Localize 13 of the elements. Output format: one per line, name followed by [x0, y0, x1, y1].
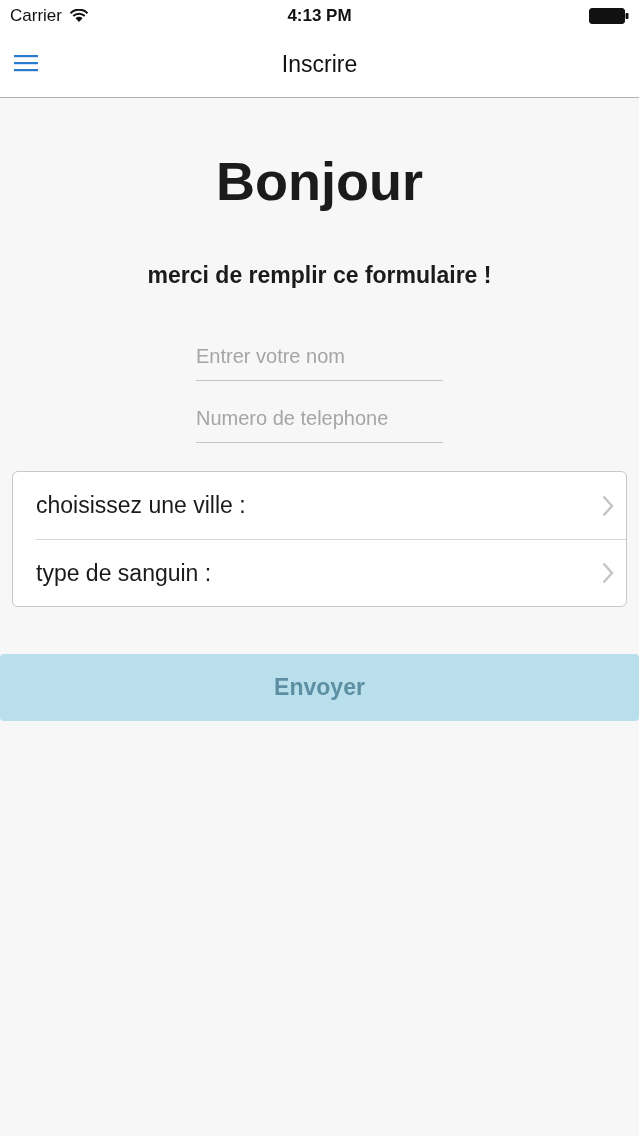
- text-field[interactable]: Numero de telephone: [196, 395, 443, 443]
- form-instruction: merci de remplir ce formulaire !: [147, 262, 492, 289]
- carrier-name: Carrier: [10, 6, 62, 26]
- wifi-icon: [68, 9, 89, 23]
- text-field[interactable]: Entrer votre nom: [196, 333, 443, 381]
- greeting-heading: Bonjour: [216, 150, 423, 212]
- option-label[interactable]: choisissez une ville :: [36, 492, 246, 519]
- status-time: 4:13 PM: [287, 6, 352, 26]
- option-label[interactable]: type de sanguin :: [36, 559, 212, 587]
- chevron-icon: [602, 494, 614, 517]
- battery-icon: [589, 8, 629, 24]
- chevron-icon: [602, 562, 614, 584]
- nav-title: Inscrire: [281, 51, 358, 78]
